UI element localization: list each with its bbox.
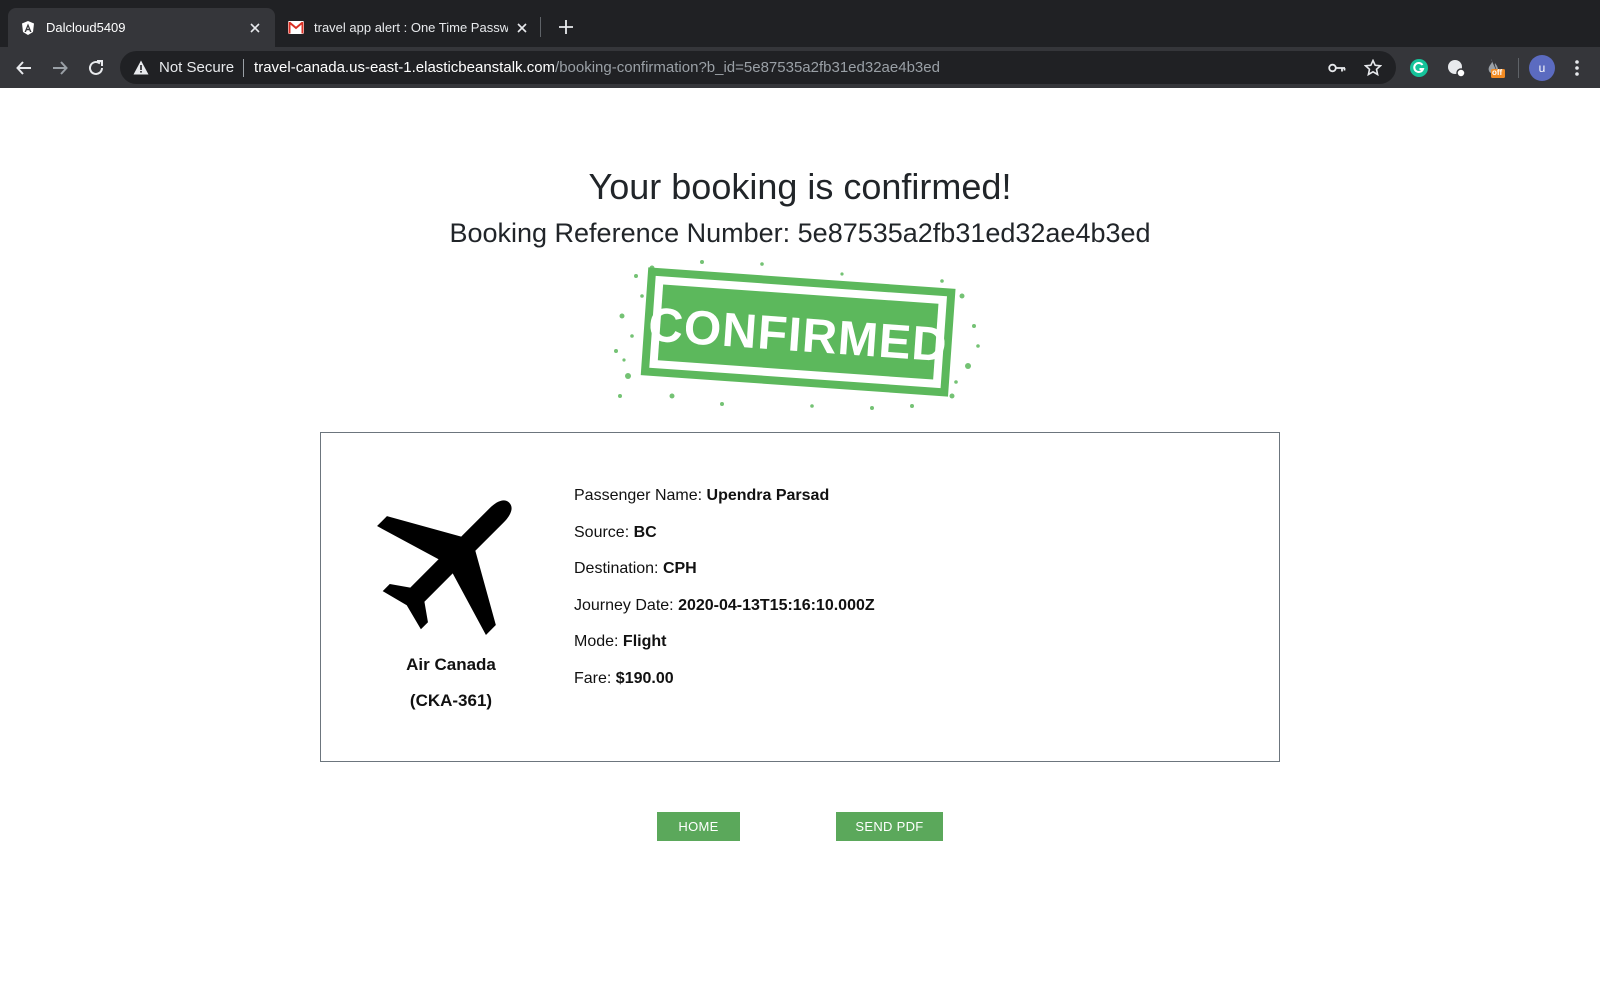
extension-flame-icon[interactable]: off	[1483, 57, 1505, 79]
detail-fare: Fare: $190.00	[574, 668, 875, 705]
detail-value: BC	[633, 523, 657, 541]
profile-avatar[interactable]: u	[1529, 55, 1555, 81]
gmail-icon	[288, 20, 304, 36]
tab-title: Dalcloud5409	[46, 20, 126, 35]
detail-label: Passenger Name:	[574, 487, 707, 504]
detail-destination: Destination: CPH	[574, 558, 875, 595]
tab-dalcloud[interactable]: Dalcloud5409	[8, 8, 275, 47]
detail-label: Destination:	[574, 560, 663, 578]
carrier-code: (CKA-361)	[409, 691, 493, 710]
home-button[interactable]: HOME	[657, 812, 740, 841]
url-host: travel-canada.us-east-1.elasticbeanstalk…	[254, 59, 556, 76]
booking-confirmation-page: Your booking is confirmed! Booking Refer…	[0, 88, 1600, 1000]
extension-search-icon[interactable]	[1445, 57, 1467, 79]
carrier-info: Air Canada (CKA-361)	[361, 647, 541, 719]
security-status-label[interactable]: Not Secure	[159, 59, 234, 76]
toolbar-divider	[1518, 58, 1519, 78]
bookmark-star-icon[interactable]	[1362, 57, 1384, 79]
tab-travel-app-alert[interactable]: travel app alert : One Time Passw	[276, 8, 542, 47]
close-tab-icon[interactable]	[247, 20, 263, 36]
key-icon[interactable]	[1326, 57, 1348, 79]
detail-value: 2020-04-13T15:16:10.000Z	[678, 596, 875, 614]
detail-label: Journey Date:	[574, 596, 679, 614]
detail-value: Flight	[622, 633, 667, 651]
close-tab-icon[interactable]	[514, 20, 530, 36]
detail-value: CPH	[662, 560, 697, 578]
reference-number: 5e87535a2fb31ed32ae4b3ed	[797, 218, 1151, 248]
warning-triangle-icon[interactable]	[132, 59, 150, 77]
new-tab-plus-icon[interactable]	[555, 16, 577, 38]
page-title: Your booking is confirmed!	[588, 166, 1012, 207]
detail-label: Source:	[574, 523, 634, 541]
tab-title: travel app alert : One Time Passw	[314, 20, 508, 35]
booking-reference: Booking Reference Number: 5e87535a2fb31e…	[0, 218, 1600, 249]
forward-arrow-icon[interactable]	[48, 56, 72, 80]
address-bar[interactable]: Not Secure travel-canada.us-east-1.elast…	[120, 51, 1396, 84]
detail-passenger-name: Passenger Name: Upendra Parsad	[574, 485, 875, 522]
angular-logo-icon	[20, 20, 36, 36]
carrier-name: Air Canada	[406, 655, 496, 674]
confirmed-stamp-image: CONFIRMED	[614, 260, 980, 410]
browser-tab-strip: Dalcloud5409 travel app alert : One Time…	[0, 0, 1600, 47]
detail-mode: Mode: Flight	[574, 631, 875, 668]
detail-label: Fare:	[574, 669, 616, 687]
detail-value: Upendra Parsad	[706, 487, 830, 504]
booking-details-card: Air Canada (CKA-361) Passenger Name: Upe…	[320, 432, 1280, 762]
browser-toolbar: Not Secure travel-canada.us-east-1.elast…	[0, 47, 1600, 88]
reload-icon[interactable]	[84, 56, 108, 80]
detail-journey-date: Journey Date: 2020-04-13T15:16:10.000Z	[574, 595, 875, 632]
url-path: /booking-confirmation?b_id=5e87535a2fb31…	[555, 59, 940, 76]
extension-badge: off	[1492, 68, 1503, 77]
reference-label: Booking Reference Number:	[449, 218, 798, 248]
tab-separator	[540, 17, 541, 37]
send-pdf-button[interactable]: SEND PDF	[836, 812, 943, 841]
grammarly-icon[interactable]	[1408, 57, 1430, 79]
booking-details-list: Passenger Name: Upendra Parsad Source: B…	[574, 485, 875, 705]
detail-source: Source: BC	[574, 522, 875, 559]
airplane-icon	[377, 500, 512, 635]
address-divider	[243, 58, 245, 77]
detail-value: $190.00	[615, 669, 674, 687]
more-menu-icon[interactable]	[1566, 57, 1588, 79]
detail-label: Mode:	[574, 633, 623, 651]
back-arrow-icon[interactable]	[12, 56, 36, 80]
